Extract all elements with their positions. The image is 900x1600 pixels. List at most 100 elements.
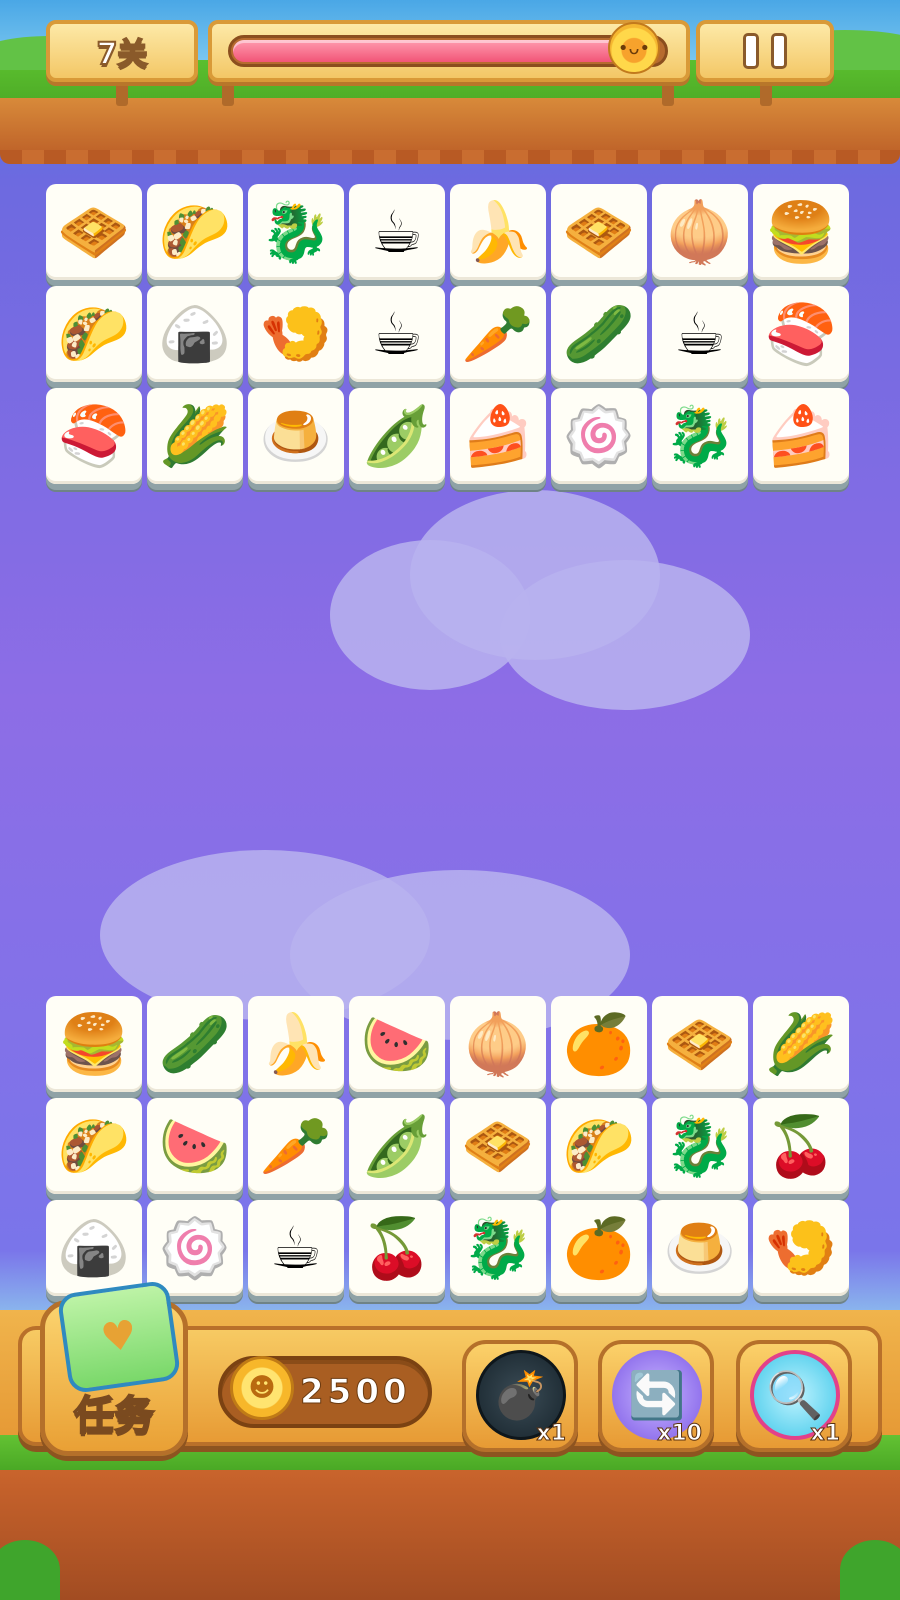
tile-cucumber[interactable]: 🥒 [147,996,243,1092]
tile-fried-shrimp[interactable]: 🍤 [248,286,344,382]
tile-corn[interactable]: 🌽 [753,996,849,1092]
tile-pudding[interactable]: 🍮 [248,388,344,484]
sign-post [116,80,128,106]
tile-taco[interactable]: 🌮 [147,184,243,280]
sign-post [222,80,234,106]
tile-banana[interactable]: 🍌 [248,996,344,1092]
dragonfruit-icon: 🐉 [663,402,737,470]
radish-icon: 🧅 [461,1010,535,1078]
tile-taco[interactable]: 🌮 [46,1098,142,1194]
tile-taco[interactable]: 🌮 [551,1098,647,1194]
magnifier-tool-button[interactable]: 🔍 x1 [736,1340,852,1452]
dragonfruit-icon: 🐉 [259,198,333,266]
taco-icon: 🌮 [57,1112,131,1180]
tile-sushi-roll[interactable]: 🍥 [147,1200,243,1296]
coffee-cup-icon: ☕ [674,300,726,368]
level-sign: 7关 [46,20,198,82]
coin-count: 2500 [300,1372,411,1413]
tile-cucumber[interactable]: 🥒 [551,286,647,382]
tile-roe-sushi[interactable]: 🍣 [753,286,849,382]
watermelon-icon: 🍉 [360,1010,434,1078]
pause-icon [743,33,759,69]
tile-waffle[interactable]: 🧇 [652,996,748,1092]
pudding-icon: 🍮 [259,402,333,470]
coin-icon: ☻ [230,1356,294,1420]
waffle-icon: 🧇 [663,1010,737,1078]
dragonfruit-icon: 🐉 [461,1214,535,1282]
sushi-roll-icon: 🍥 [158,1214,232,1282]
tile-board-bottom: 🍔 🥒 🍌 🍉 🧅 🍊 🧇 🌽 🌮 🍉 🥕 🫛 🧇 🌮 🐉 🍒 🍙 🍥 ☕ 🍒 🐉 🍊 🍮 🍤 [46,996,849,1296]
banana-icon: 🍌 [461,198,535,266]
tile-orange[interactable]: 🍊 [551,996,647,1092]
pause-button[interactable] [696,20,834,82]
coffee-cup-icon: ☕ [371,300,423,368]
tile-cherry[interactable]: 🍒 [753,1098,849,1194]
taco-icon: 🌮 [158,198,232,266]
tile-coffee-cup[interactable]: ☕ [349,286,445,382]
magnifier-count: x1 [810,1421,840,1447]
sushi-roll-icon: 🍥 [562,402,636,470]
tile-cake[interactable]: 🍰 [753,388,849,484]
tile-radish[interactable]: 🧅 [450,996,546,1092]
tile-dragonfruit[interactable]: 🐉 [652,1098,748,1194]
tile-coffee-cup[interactable]: ☕ [652,286,748,382]
pudding-icon: 🍮 [663,1214,737,1282]
tile-corn[interactable]: 🌽 [147,388,243,484]
tile-watermelon[interactable]: 🍉 [349,996,445,1092]
orange-icon: 🍊 [562,1010,636,1078]
tile-onigiri[interactable]: 🍙 [147,286,243,382]
coffee-cup-icon: ☕ [371,198,423,266]
onigiri-icon: 🍙 [158,300,232,368]
peas-icon: 🫛 [360,1112,434,1180]
tile-taco[interactable]: 🌮 [46,286,142,382]
shuffle-tool-button[interactable]: 🔄 x10 [598,1340,714,1452]
cloud [500,560,750,710]
tile-coffee-cup[interactable]: ☕ [349,184,445,280]
burger-icon: 🍔 [57,1010,131,1078]
orange-icon: 🍊 [562,1214,636,1282]
tile-carrot[interactable]: 🥕 [450,286,546,382]
sunflower-face-icon: •ᴗ• [608,22,660,74]
tile-pudding[interactable]: 🍮 [652,1200,748,1296]
banana-icon: 🍌 [259,1010,333,1078]
tile-carrot[interactable]: 🥕 [248,1098,344,1194]
tile-fried-shrimp[interactable]: 🍤 [753,1200,849,1296]
tile-radish[interactable]: 🧅 [652,184,748,280]
progress-sign: •ᴗ• [208,20,690,82]
tile-waffle[interactable]: 🧇 [551,184,647,280]
grass-tuft [840,1540,900,1600]
tile-waffle[interactable]: 🧇 [450,1098,546,1194]
cake-icon: 🍰 [461,402,535,470]
tile-peas[interactable]: 🫛 [349,1098,445,1194]
fried-shrimp-icon: 🍤 [764,1214,838,1282]
task-button[interactable]: ♥ 任务 [40,1279,188,1456]
tile-coffee-cup[interactable]: ☕ [248,1200,344,1296]
corn-icon: 🌽 [764,1010,838,1078]
tile-board-top: 🧇 🌮 🐉 ☕ 🍌 🧇 🧅 🍔 🌮 🍙 🍤 ☕ 🥕 🥒 ☕ 🍣 🍣 🌽 🍮 🫛 🍰 🍥 🐉 🍰 [46,184,849,484]
tile-watermelon[interactable]: 🍉 [147,1098,243,1194]
coffee-cup-icon: ☕ [270,1214,322,1282]
tile-roe-sushi[interactable]: 🍣 [46,388,142,484]
tile-dragonfruit[interactable]: 🐉 [248,184,344,280]
tile-sushi-roll[interactable]: 🍥 [551,388,647,484]
tile-burger[interactable]: 🍔 [46,996,142,1092]
tile-orange[interactable]: 🍊 [551,1200,647,1296]
carrot-icon: 🥕 [259,1112,333,1180]
bomb-tool-button[interactable]: 💣 x1 [462,1340,578,1452]
peas-icon: 🫛 [360,402,434,470]
tile-waffle[interactable]: 🧇 [46,184,142,280]
cherry-icon: 🍒 [360,1214,434,1282]
onigiri-icon: 🍙 [57,1214,131,1282]
tile-dragonfruit[interactable]: 🐉 [652,388,748,484]
cucumber-icon: 🥒 [562,300,636,368]
tile-dragonfruit[interactable]: 🐉 [450,1200,546,1296]
corn-icon: 🌽 [158,402,232,470]
tile-burger[interactable]: 🍔 [753,184,849,280]
tile-cake[interactable]: 🍰 [450,388,546,484]
cherry-icon: 🍒 [764,1112,838,1180]
tile-peas[interactable]: 🫛 [349,388,445,484]
roe-sushi-icon: 🍣 [764,300,838,368]
tile-onigiri[interactable]: 🍙 [46,1200,142,1296]
tile-cherry[interactable]: 🍒 [349,1200,445,1296]
tile-banana[interactable]: 🍌 [450,184,546,280]
